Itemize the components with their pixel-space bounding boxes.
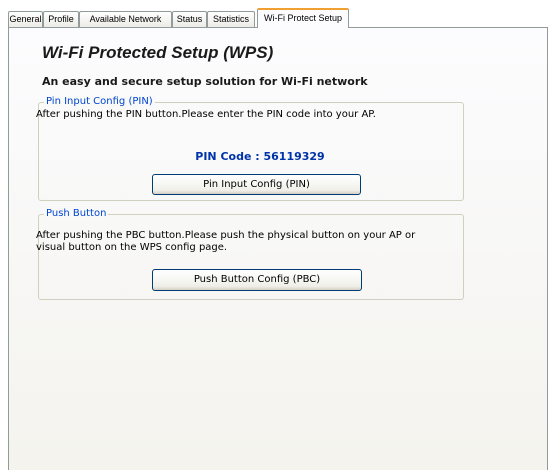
tab-statistics[interactable]: Statistics xyxy=(207,11,255,27)
tab-wifi-protect-setup[interactable]: Wi-Fi Protect Setup xyxy=(257,8,349,28)
pin-group-legend: Pin Input Config (PIN) xyxy=(44,96,155,107)
push-description: After pushing the PBC button.Please push… xyxy=(36,230,416,253)
page-subtitle: An easy and secure setup solution for Wi… xyxy=(42,75,368,88)
tab-available-network[interactable]: Available Network xyxy=(79,11,172,27)
pin-code-value: 56119329 xyxy=(263,150,325,163)
push-group-legend: Push Button xyxy=(44,208,109,219)
pin-input-config-button[interactable]: Pin Input Config (PIN) xyxy=(152,174,361,195)
pin-code-display: PIN Code : 56119329 xyxy=(0,150,520,163)
push-button-config-button[interactable]: Push Button Config (PBC) xyxy=(152,269,362,291)
pin-code-label: PIN Code : xyxy=(195,150,264,163)
pin-description: After pushing the PIN button.Please ente… xyxy=(36,109,376,120)
tab-status[interactable]: Status xyxy=(172,11,207,27)
tab-profile[interactable]: Profile xyxy=(43,11,79,27)
page-title: Wi-Fi Protected Setup (WPS) xyxy=(42,43,274,62)
tab-strip: General Profile Available Network Status… xyxy=(8,7,548,28)
tab-general[interactable]: General xyxy=(8,11,43,27)
